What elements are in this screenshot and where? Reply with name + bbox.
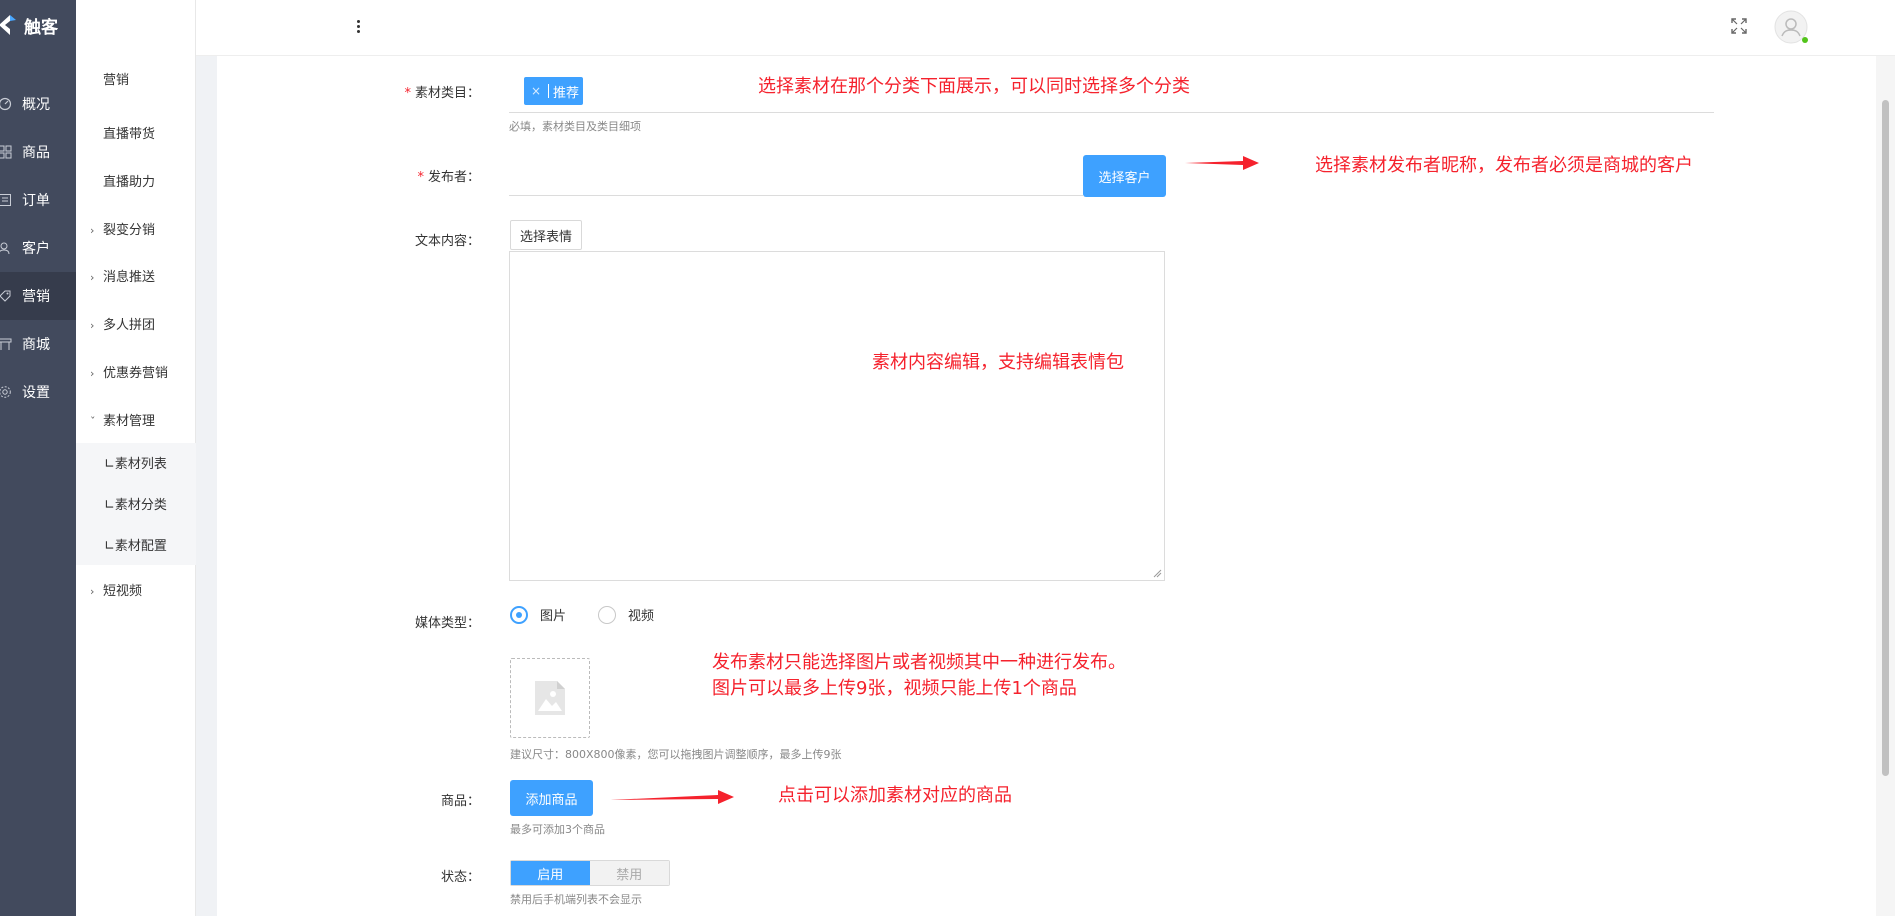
product-hint: 最多可添加3个商品 (510, 823, 605, 836)
top-bar (196, 0, 1895, 56)
submenu-item-material[interactable]: ˇ 素材管理 (76, 410, 196, 429)
chevron-down-icon: ˇ (90, 415, 96, 428)
annotation-media-line2: 图片可以最多上传9张，视频只能上传1个商品 (712, 678, 1077, 699)
chevron-right-icon: › (90, 224, 95, 237)
secondary-menu: 营销 直播带货 直播助力 › 裂变分销 › 消息推送 › 多人拼团 › 优惠券营销 ˇ素… (76, 0, 196, 916)
submenu-item-fission[interactable]: › 裂变分销 (76, 219, 196, 238)
category-select-underline[interactable] (509, 112, 1714, 113)
shop-icon (0, 337, 12, 351)
radio-ring (598, 605, 616, 624)
nav-item-products[interactable]: 商品 (0, 128, 76, 176)
select-emoji-button[interactable]: 选择表情 (510, 220, 582, 250)
submenu-label: 短视频 (103, 584, 143, 599)
chevron-right-icon: › (90, 367, 95, 380)
nav-item-label: 设置 (22, 385, 50, 401)
submenu-item-short-video[interactable]: › 短视频 (76, 580, 196, 599)
radio-image[interactable]: 图片 (510, 605, 566, 624)
category-label: * 素材类目： (404, 86, 480, 101)
submenu-label: 素材管理 (103, 414, 156, 429)
nav-item-shop[interactable]: 商城 (0, 320, 76, 368)
order-icon (0, 193, 12, 207)
annotation-arrow-icon (1185, 156, 1259, 170)
submenu-label: 消息推送 (103, 270, 156, 285)
submenu-item-live-sales[interactable]: 直播带货 (76, 123, 196, 142)
submenu-child-material-config[interactable]: ∟素材配置 (76, 535, 196, 554)
submenu-label: 裂变分销 (103, 223, 156, 238)
category-hint: 必填，素材类目及类目细项 (509, 120, 641, 133)
publisher-input[interactable] (509, 195, 1083, 196)
nav-item-label: 客户 (22, 241, 50, 257)
annotation-media-line1: 发布素材只能选择图片或者视频其中一种进行发布。 (712, 652, 1126, 673)
chevron-right-icon: › (90, 319, 95, 332)
main-nav: 触客 概况 商品 订单 客户 营销 商城 设置 (0, 0, 76, 916)
text-content-label: 文本内容： (414, 234, 480, 249)
tag-close-icon[interactable]: × (524, 84, 548, 98)
chevron-right-icon: › (90, 585, 95, 598)
nav-item-settings[interactable]: 设置 (0, 368, 76, 416)
media-hint: 建议尺寸：800X800像素，您可以拖拽图片调整顺序，最多上传9张 (510, 748, 842, 761)
publisher-label: * 发布者： (417, 170, 480, 185)
annotation-category: 选择素材在那个分类下面展示，可以同时选择多个分类 (758, 76, 1190, 97)
more-vertical-icon[interactable] (355, 16, 361, 36)
nav-item-marketing[interactable]: 营销 (0, 272, 76, 320)
annotation-product: 点击可以添加素材对应的商品 (778, 785, 1012, 806)
nav-item-label: 商品 (22, 145, 50, 161)
nav-item-customers[interactable]: 客户 (0, 224, 76, 272)
text-content-textarea[interactable] (509, 251, 1165, 581)
product-label: 商品： (440, 794, 480, 809)
radio-label: 视频 (628, 609, 655, 624)
category-tag[interactable]: × 推荐 (524, 77, 584, 105)
status-toggle[interactable]: 启用 禁用 (510, 860, 670, 886)
submenu-label: 多人拼团 (103, 318, 156, 333)
status-disable-option[interactable]: 禁用 (589, 861, 669, 885)
app-logo[interactable]: 触客 (0, 0, 76, 50)
gear-icon (0, 385, 12, 399)
annotation-publisher: 选择素材发布者昵称，发布者必须是商城的客户 (1315, 155, 1693, 176)
tag-label: 推荐 (553, 85, 580, 101)
submenu-child-material-category[interactable]: ∟素材分类 (76, 494, 196, 513)
submenu-title: 营销 (103, 73, 130, 88)
nav-item-overview[interactable]: 概况 (0, 80, 76, 128)
image-placeholder-icon (535, 681, 565, 715)
avatar[interactable] (1774, 10, 1810, 50)
submenu-item-group-buy[interactable]: › 多人拼团 (76, 314, 196, 333)
dashboard-icon (0, 97, 12, 111)
logo-mark-icon (0, 14, 20, 36)
marketing-icon (0, 289, 12, 303)
grid-icon (0, 145, 12, 159)
radio-ring (510, 605, 528, 624)
nav-item-label: 概况 (22, 97, 50, 113)
media-type-label: 媒体类型： (414, 616, 480, 631)
annotation-text: 素材内容编辑，支持编辑表情包 (872, 352, 1124, 373)
image-upload[interactable] (510, 658, 590, 738)
status-hint: 禁用后手机端列表不会显示 (510, 893, 642, 906)
submenu-label: 优惠券营销 (103, 366, 169, 381)
submenu-item-live-assist[interactable]: 直播助力 (76, 171, 196, 190)
nav-item-label: 商城 (22, 337, 50, 353)
submenu-child-material-list[interactable]: ∟素材列表 (76, 453, 196, 472)
app-brand: 触客 (24, 17, 58, 38)
submenu-item-coupon[interactable]: › 优惠券营销 (76, 362, 196, 381)
resize-handle-icon[interactable] (1153, 569, 1162, 578)
radio-video[interactable]: 视频 (598, 605, 654, 624)
text-cursor (548, 84, 549, 98)
radio-label: 图片 (540, 609, 567, 624)
submenu-children: ∟素材列表 ∟素材分类 ∟素材配置 (76, 443, 196, 565)
select-customer-button[interactable]: 选择客户 (1083, 155, 1166, 197)
submenu-item-push[interactable]: › 消息推送 (76, 266, 196, 285)
nav-item-label: 订单 (22, 193, 50, 209)
scrollbar[interactable] (1876, 56, 1895, 916)
scrollbar-thumb[interactable] (1882, 100, 1889, 776)
chevron-right-icon: › (90, 271, 95, 284)
nav-item-label: 营销 (22, 289, 50, 305)
nav-item-orders[interactable]: 订单 (0, 176, 76, 224)
users-icon (0, 241, 12, 255)
add-product-button[interactable]: 添加商品 (510, 780, 593, 816)
status-enable-option[interactable]: 启用 (511, 861, 590, 885)
annotation-arrow-icon (610, 790, 734, 804)
status-label: 状态： (440, 870, 480, 885)
fullscreen-icon[interactable] (1731, 18, 1747, 38)
